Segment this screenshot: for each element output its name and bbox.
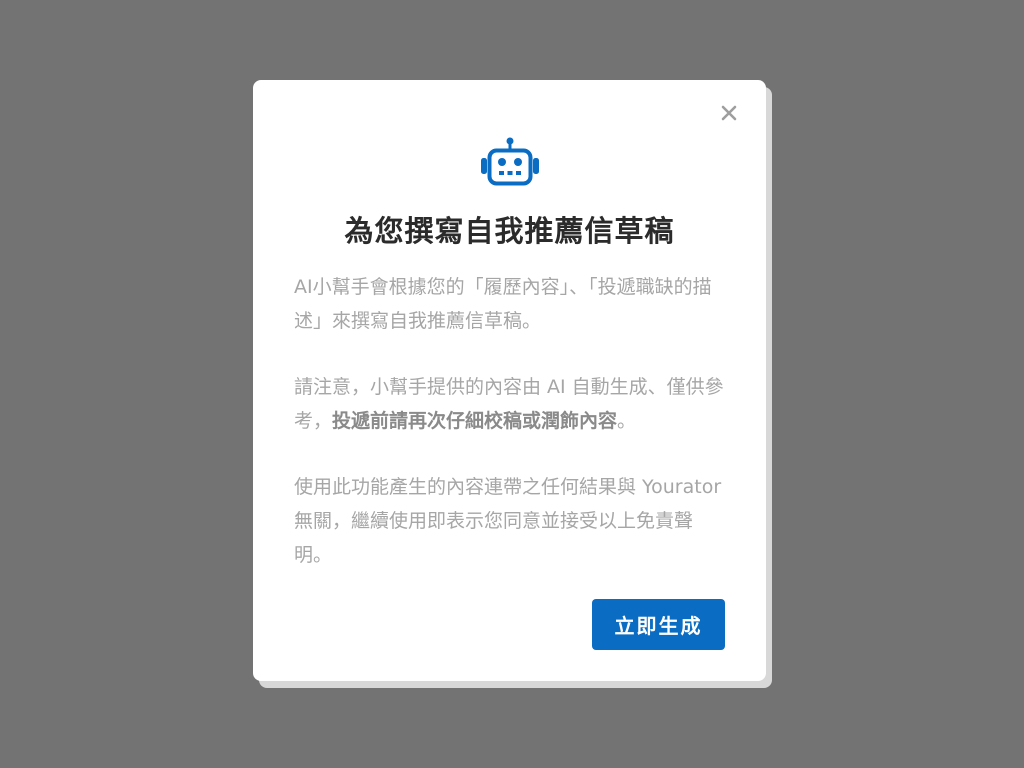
robot-icon <box>481 137 539 186</box>
notice-emphasis-text: 投遞前請再次仔細校稿或潤飾內容 <box>332 410 618 432</box>
notice-tail-text: 。 <box>617 410 637 432</box>
dialog-body: AI小幫手會根據您的「履歷內容」、「投遞職缺的描述」來撰寫自我推薦信草稿。 請注… <box>294 270 726 604</box>
close-button[interactable] <box>718 102 740 124</box>
disclaimer-paragraph: 使用此功能產生的內容連帶之任何結果與 Yourator 無關，繼續使用即表示您同… <box>294 476 722 566</box>
dialog-title: 為您撰寫自我推薦信草稿 <box>344 214 675 248</box>
close-icon <box>721 105 737 121</box>
notice-paragraph: 請注意，小幫手提供的內容由 AI 自動生成、僅供參考，投遞前請再次仔細校稿或潤飾… <box>294 370 726 438</box>
generate-now-button[interactable]: 立即生成 <box>592 599 725 650</box>
recommendation-letter-dialog: 為您撰寫自我推薦信草稿 AI小幫手會根據您的「履歷內容」、「投遞職缺的描述」來撰… <box>253 80 766 681</box>
intro-paragraph: AI小幫手會根據您的「履歷內容」、「投遞職缺的描述」來撰寫自我推薦信草稿。 <box>294 276 712 332</box>
